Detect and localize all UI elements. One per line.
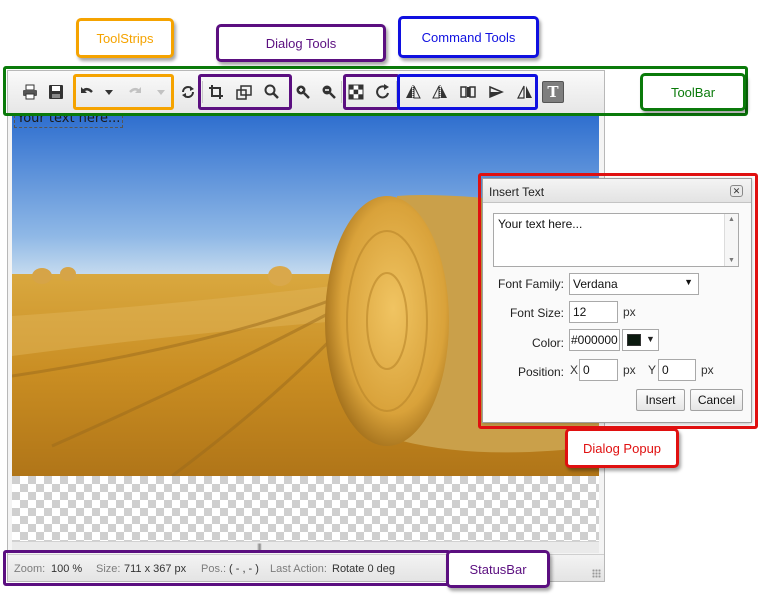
toolstrips-callout: ToolStrips: [76, 18, 174, 58]
command-tools-callout: Command Tools: [398, 16, 539, 58]
resize-grip-icon[interactable]: [592, 569, 601, 578]
dialog-tools-highlight-frame: [198, 74, 292, 110]
dialog-tools-highlight-frame-2: [343, 74, 400, 110]
dialog-popup-callout: Dialog Popup: [565, 428, 679, 468]
text-overlay[interactable]: Your text here...: [14, 116, 124, 128]
statusbar-highlight-frame: [3, 550, 451, 586]
toolbar-callout: ToolBar: [640, 73, 746, 111]
statusbar-callout: StatusBar: [446, 550, 550, 588]
toolstrips-highlight-frame: [73, 74, 174, 110]
command-tools-highlight-frame: [397, 74, 538, 110]
dialog-popup-highlight-frame: [478, 173, 758, 429]
dialog-tools-callout: Dialog Tools: [216, 24, 386, 62]
